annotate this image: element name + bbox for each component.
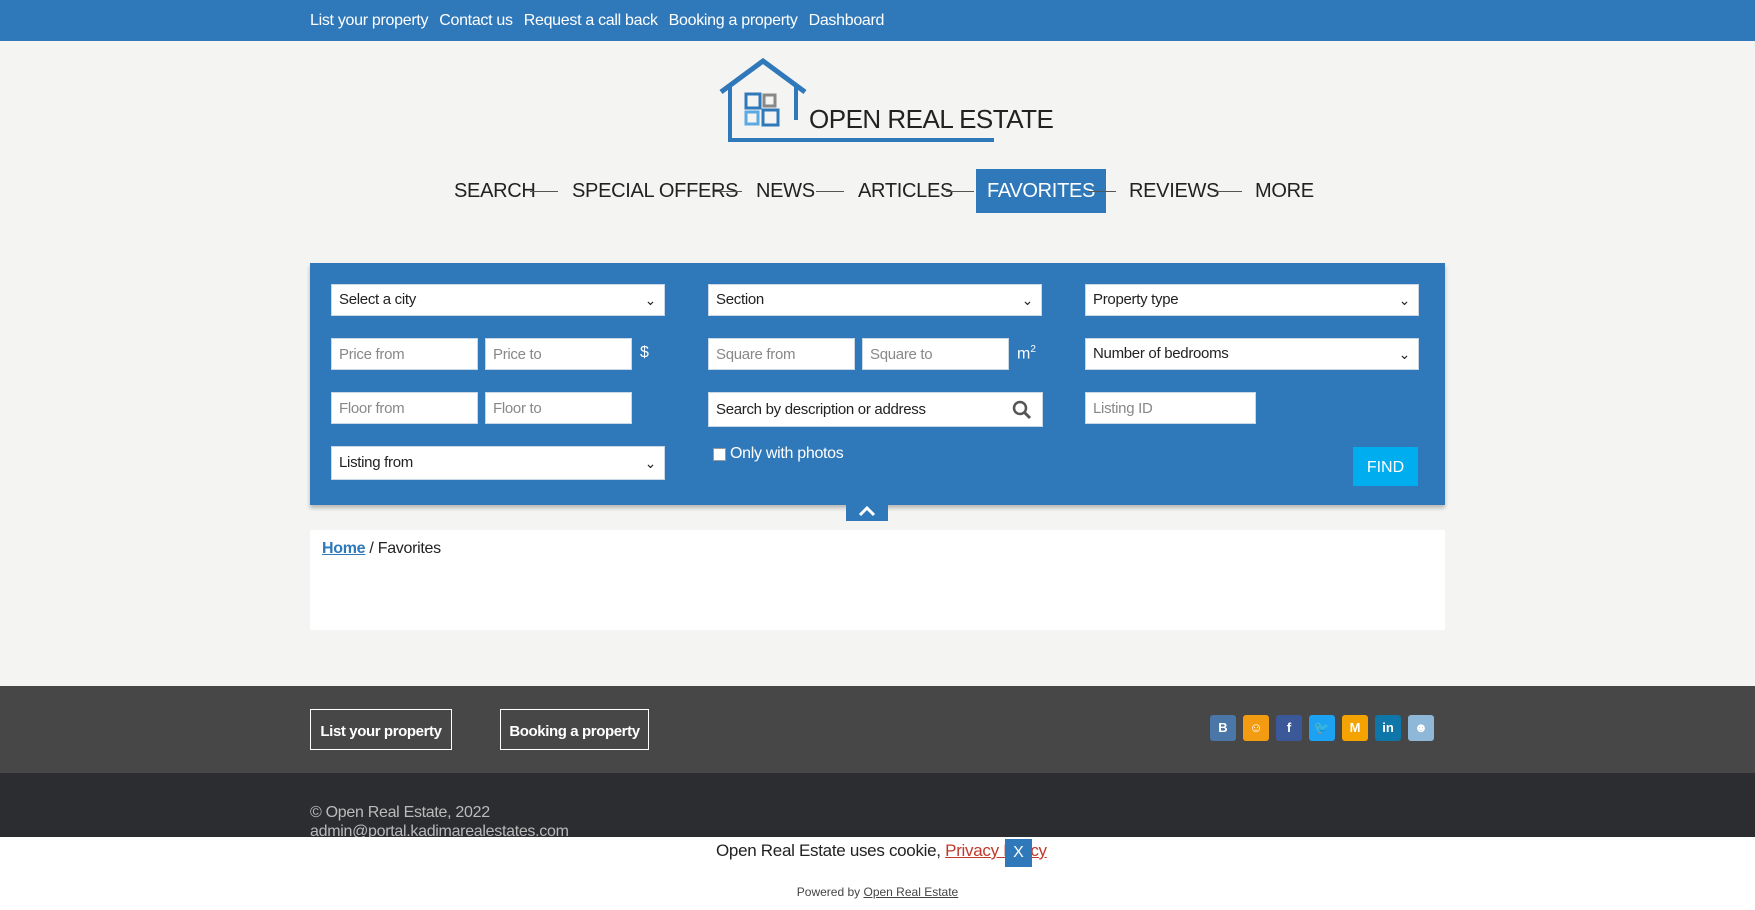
chevron-down-icon: ⌄	[1021, 292, 1034, 308]
copyright: © Open Real Estate, 2022 admin@portal.ka…	[310, 803, 569, 841]
only-photos-label: Only with photos	[730, 445, 844, 462]
top-bar: List your property Contact us Request a …	[0, 0, 1755, 41]
nav-separator	[946, 191, 974, 192]
linkedin-icon[interactable]: in	[1375, 715, 1401, 741]
only-photos-option: Only with photos	[713, 445, 844, 463]
nav-news[interactable]: NEWS	[756, 169, 815, 213]
twitter-icon[interactable]: 🐦	[1309, 715, 1335, 741]
price-unit: $	[640, 344, 649, 361]
footer-top: List your property Booking a property B …	[0, 686, 1755, 773]
facebook-icon[interactable]: f	[1276, 715, 1302, 741]
cookie-close-button[interactable]: X	[1005, 839, 1032, 867]
square-to-input[interactable]	[862, 338, 1009, 370]
cookie-banner: Open Real Estate uses cookie, Privacy Po…	[0, 837, 1755, 910]
section-select-value: Section	[716, 291, 764, 308]
find-button[interactable]: FIND	[1353, 447, 1418, 486]
powered-prefix: Powered by	[796, 885, 861, 899]
top-link-booking[interactable]: Booking a property	[669, 12, 798, 30]
footer-list-property-button[interactable]: List your property	[310, 709, 452, 750]
nav-separator	[1214, 191, 1242, 192]
social-share: B ☺ f 🐦 M in ☻	[1210, 715, 1434, 741]
top-link-contact[interactable]: Contact us	[439, 12, 513, 30]
chevron-down-icon: ⌄	[644, 455, 657, 471]
footer-booking-button[interactable]: Booking a property	[500, 709, 649, 750]
nav-separator	[530, 191, 558, 192]
property-type-select-value: Property type	[1093, 291, 1179, 308]
collapse-search-toggle[interactable]	[846, 502, 888, 521]
main-content: Home / Favorites	[310, 530, 1445, 630]
nav-search[interactable]: SEARCH	[454, 169, 536, 213]
section-select[interactable]: Section ⌄	[708, 284, 1042, 316]
top-links: List your property Contact us Request a …	[310, 0, 884, 41]
listing-from-select[interactable]: Listing from ⌄	[331, 446, 665, 480]
cookie-message: Open Real Estate uses cookie, Privacy Po…	[716, 841, 1047, 861]
floor-to-input[interactable]	[485, 392, 632, 424]
description-search-input[interactable]: Search by description or address	[708, 392, 1043, 427]
nav-separator	[1088, 191, 1116, 192]
only-photos-checkbox[interactable]	[713, 447, 726, 461]
search-panel: Select a city ⌄ Section ⌄ Property type …	[310, 263, 1445, 505]
nav-articles[interactable]: ARTICLES	[858, 169, 953, 213]
breadcrumb-separator: /	[369, 540, 374, 557]
listing-id-input[interactable]	[1085, 392, 1256, 424]
property-type-select[interactable]: Property type ⌄	[1085, 284, 1419, 316]
powered-link[interactable]: Open Real Estate	[863, 885, 958, 899]
reddit-icon[interactable]: ☻	[1408, 715, 1434, 741]
moimir-icon[interactable]: M	[1342, 715, 1368, 741]
square-from-input[interactable]	[708, 338, 855, 370]
copyright-text: © Open Real Estate, 2022	[310, 804, 490, 821]
bedrooms-select-value: Number of bedrooms	[1093, 345, 1229, 362]
nav-more[interactable]: MORE	[1255, 169, 1314, 213]
chevron-down-icon: ⌄	[1398, 346, 1411, 362]
nav-favorites[interactable]: FAVORITES	[976, 169, 1107, 213]
nav-separator	[714, 191, 742, 192]
square-unit-exponent: 2	[1030, 344, 1036, 355]
nav-separator	[816, 191, 844, 192]
search-icon[interactable]	[1012, 399, 1032, 420]
odnoklassniki-icon[interactable]: ☺	[1243, 715, 1269, 741]
top-link-dashboard[interactable]: Dashboard	[809, 12, 885, 30]
breadcrumb-home[interactable]: Home	[322, 540, 366, 557]
breadcrumb: Home / Favorites	[322, 540, 441, 558]
city-select[interactable]: Select a city ⌄	[331, 284, 665, 316]
chevron-down-icon: ⌄	[1398, 292, 1411, 308]
main-nav: SEARCH SPECIAL OFFERS NEWS ARTICLES FAVO…	[0, 169, 1755, 213]
square-unit-base: m	[1017, 345, 1031, 363]
powered-by: Powered by Open Real Estate	[0, 885, 1755, 899]
bedrooms-select[interactable]: Number of bedrooms ⌄	[1085, 338, 1419, 370]
square-unit: m2	[1017, 344, 1036, 363]
site-logo[interactable]: OPEN REAL ESTATE	[718, 57, 1054, 144]
breadcrumb-current: Favorites	[377, 540, 441, 557]
price-from-input[interactable]	[331, 338, 478, 370]
logo-text: OPEN REAL ESTATE	[809, 104, 1054, 134]
nav-reviews[interactable]: REVIEWS	[1129, 169, 1219, 213]
city-select-value: Select a city	[339, 291, 416, 308]
listing-from-select-value: Listing from	[339, 454, 413, 471]
cookie-text: Open Real Estate uses cookie,	[716, 841, 941, 860]
chevron-up-icon	[858, 505, 876, 517]
chevron-down-icon: ⌄	[644, 292, 657, 308]
floor-from-input[interactable]	[331, 392, 478, 424]
vk-icon[interactable]: B	[1210, 715, 1236, 741]
price-to-input[interactable]	[485, 338, 632, 370]
top-link-call-back[interactable]: Request a call back	[524, 12, 658, 30]
top-link-list-property[interactable]: List your property	[310, 12, 429, 30]
description-search-placeholder: Search by description or address	[716, 401, 926, 418]
